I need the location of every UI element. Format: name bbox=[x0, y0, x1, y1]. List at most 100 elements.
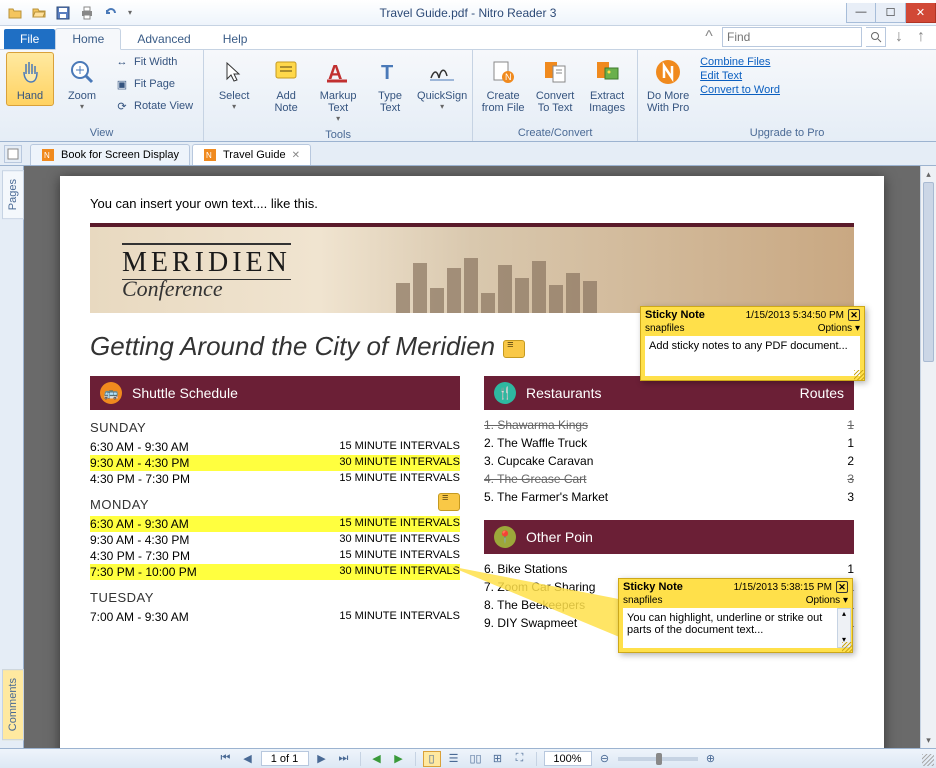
scroll-up-button[interactable]: ▴ bbox=[921, 166, 936, 182]
ribbon-collapse-button[interactable]: ^ bbox=[700, 28, 718, 46]
ribbon-tab-strip: File Home Advanced Help ^ ↓ ↑ bbox=[0, 26, 936, 50]
window-resize-grip[interactable] bbox=[922, 754, 934, 766]
find-prev-button[interactable]: ↓ bbox=[890, 28, 908, 46]
window-controls: — ☐ ✕ bbox=[846, 3, 936, 23]
sticky-close-button[interactable]: ✕ bbox=[836, 581, 848, 593]
other-row: 6. Bike Stations1 bbox=[484, 560, 854, 578]
close-tab-button[interactable]: ✕ bbox=[292, 150, 300, 161]
markup-text-button[interactable]: AMarkup Text▾ bbox=[314, 52, 362, 127]
file-tab[interactable]: File bbox=[4, 29, 55, 49]
find-input[interactable] bbox=[722, 27, 862, 47]
first-page-button[interactable]: ⏮ bbox=[217, 751, 235, 767]
sticky-note-2[interactable]: Sticky Note1/15/2013 5:38:15 PM✕ snapfil… bbox=[618, 578, 853, 653]
pdf-icon: N bbox=[41, 148, 55, 162]
extract-images-button[interactable]: Extract Images bbox=[583, 52, 631, 118]
document-tab-strip: NBook for Screen Display NTravel Guide✕ bbox=[0, 142, 936, 166]
single-page-view-button[interactable]: ▯ bbox=[423, 751, 441, 767]
zoom-in-button[interactable]: ⊕ bbox=[702, 751, 720, 767]
ribbon: Hand Zoom ▾ ↔Fit Width ▣Fit Page ⟳Rotate… bbox=[0, 50, 936, 142]
page-number-input[interactable] bbox=[261, 751, 309, 766]
find-next-button[interactable]: ↑ bbox=[912, 28, 930, 46]
continuous-facing-button[interactable]: ⊞ bbox=[489, 751, 507, 767]
scrollbar-thumb[interactable] bbox=[923, 182, 934, 362]
tab-help[interactable]: Help bbox=[207, 29, 264, 49]
close-button[interactable]: ✕ bbox=[906, 3, 936, 23]
combine-files-link[interactable]: Combine Files bbox=[700, 56, 780, 68]
fit-width-button[interactable]: ↔Fit Width bbox=[110, 52, 197, 72]
find-button[interactable] bbox=[866, 27, 886, 47]
zoom-out-button[interactable]: ⊖ bbox=[596, 751, 614, 767]
sticky-options-button[interactable]: Options ▾ bbox=[818, 323, 860, 334]
maximize-button[interactable]: ☐ bbox=[876, 3, 906, 23]
scroll-up-button[interactable]: ▴ bbox=[838, 609, 850, 621]
minimize-button[interactable]: — bbox=[846, 3, 876, 23]
facing-view-button[interactable]: ▯▯ bbox=[467, 751, 485, 767]
fit-page-icon: ▣ bbox=[114, 76, 130, 92]
tab-advanced[interactable]: Advanced bbox=[121, 29, 206, 49]
sticky-note-marker-icon[interactable] bbox=[503, 340, 525, 358]
schedule-row: 7:00 AM - 9:30 AM15 MINUTE INTERVALS bbox=[90, 609, 460, 625]
sticky-close-button[interactable]: ✕ bbox=[848, 309, 860, 321]
zoom-slider[interactable] bbox=[618, 757, 698, 761]
qat-folder-button[interactable] bbox=[28, 2, 50, 24]
page-thumb-icon bbox=[7, 148, 19, 160]
comments-panel-tab[interactable]: Comments bbox=[2, 669, 24, 740]
qat-undo-button[interactable] bbox=[100, 2, 122, 24]
vertical-scrollbar[interactable]: ▴ ▾ bbox=[920, 166, 936, 748]
sticky-note-1[interactable]: Sticky Note1/15/2013 5:34:50 PM✕ snapfil… bbox=[640, 306, 865, 381]
zoom-input[interactable] bbox=[544, 751, 592, 766]
convert-to-text-button[interactable]: Convert To Text bbox=[531, 52, 579, 118]
continuous-view-button[interactable]: ☰ bbox=[445, 751, 463, 767]
sticky-resize-handle[interactable] bbox=[854, 370, 864, 380]
sticky-options-button[interactable]: Options ▾ bbox=[806, 595, 848, 606]
scroll-down-button[interactable]: ▾ bbox=[921, 732, 936, 748]
svg-text:T: T bbox=[381, 62, 393, 84]
thumbnail-toggle-button[interactable] bbox=[4, 145, 22, 163]
schedule-row: 6:30 AM - 9:30 AM15 MINUTE INTERVALS bbox=[90, 439, 460, 455]
zoom-button[interactable]: Zoom ▾ bbox=[58, 52, 106, 115]
print-icon bbox=[79, 5, 95, 21]
qat-print-button[interactable] bbox=[76, 2, 98, 24]
shuttle-section-header: 🚌Shuttle Schedule bbox=[90, 376, 460, 410]
restaurant-row: 5. The Farmer's Market3 bbox=[484, 488, 854, 506]
hand-tool-button[interactable]: Hand bbox=[6, 52, 54, 106]
qat-open-button[interactable] bbox=[4, 2, 26, 24]
zoom-slider-thumb[interactable] bbox=[656, 753, 662, 765]
add-note-button[interactable]: Add Note bbox=[262, 52, 310, 118]
folder-icon bbox=[31, 5, 47, 21]
fullscreen-button[interactable]: ⛶ bbox=[511, 751, 529, 767]
open-folder-icon bbox=[7, 5, 23, 21]
rotate-view-button[interactable]: ⟳Rotate View bbox=[110, 96, 197, 116]
nav-fwd-button[interactable]: ▶ bbox=[390, 751, 408, 767]
convert-to-word-link[interactable]: Convert to Word bbox=[700, 84, 780, 96]
fit-page-button[interactable]: ▣Fit Page bbox=[110, 74, 197, 94]
last-page-button[interactable]: ⏭ bbox=[335, 751, 353, 767]
sticky-note-marker-icon[interactable] bbox=[438, 493, 460, 511]
document-viewport[interactable]: You can insert your own text.... like th… bbox=[24, 166, 920, 748]
create-from-file-button[interactable]: NCreate from File bbox=[479, 52, 527, 118]
doc-tab-2[interactable]: NTravel Guide✕ bbox=[192, 144, 311, 165]
sticky-note-body[interactable]: You can highlight, underline or strike o… bbox=[623, 608, 848, 648]
qat-save-button[interactable] bbox=[52, 2, 74, 24]
tab-home[interactable]: Home bbox=[55, 28, 121, 50]
sticky-resize-handle[interactable] bbox=[842, 642, 852, 652]
schedule-row: 6:30 AM - 9:30 AM15 MINUTE INTERVALS bbox=[90, 516, 460, 532]
nav-back-button[interactable]: ◀ bbox=[368, 751, 386, 767]
quicksign-button[interactable]: QuickSign▾ bbox=[418, 52, 466, 115]
prev-page-button[interactable]: ◀ bbox=[239, 751, 257, 767]
sticky-note-body[interactable]: Add sticky notes to any PDF document... bbox=[645, 336, 860, 376]
select-button[interactable]: Select▾ bbox=[210, 52, 258, 115]
qat-more-button[interactable]: ▾ bbox=[124, 2, 136, 24]
pages-panel-tab[interactable]: Pages bbox=[2, 170, 24, 219]
bus-icon: 🚌 bbox=[100, 382, 122, 404]
ribbon-group-upgrade: Do More With Pro Combine Files Edit Text… bbox=[638, 50, 936, 141]
type-text-button[interactable]: TType Text bbox=[366, 52, 414, 118]
cursor-icon bbox=[218, 56, 250, 88]
do-more-pro-button[interactable]: Do More With Pro bbox=[644, 52, 692, 118]
doc-tab-1[interactable]: NBook for Screen Display bbox=[30, 144, 190, 165]
next-page-button[interactable]: ▶ bbox=[313, 751, 331, 767]
shuttle-column: 🚌Shuttle Schedule SUNDAY 6:30 AM - 9:30 … bbox=[90, 376, 460, 632]
edit-text-link[interactable]: Edit Text bbox=[700, 70, 780, 82]
ribbon-group-view: Hand Zoom ▾ ↔Fit Width ▣Fit Page ⟳Rotate… bbox=[0, 50, 204, 141]
status-bar: ⏮ ◀ ▶ ⏭ ◀ ▶ ▯ ☰ ▯▯ ⊞ ⛶ ⊖ ⊕ bbox=[0, 748, 936, 768]
